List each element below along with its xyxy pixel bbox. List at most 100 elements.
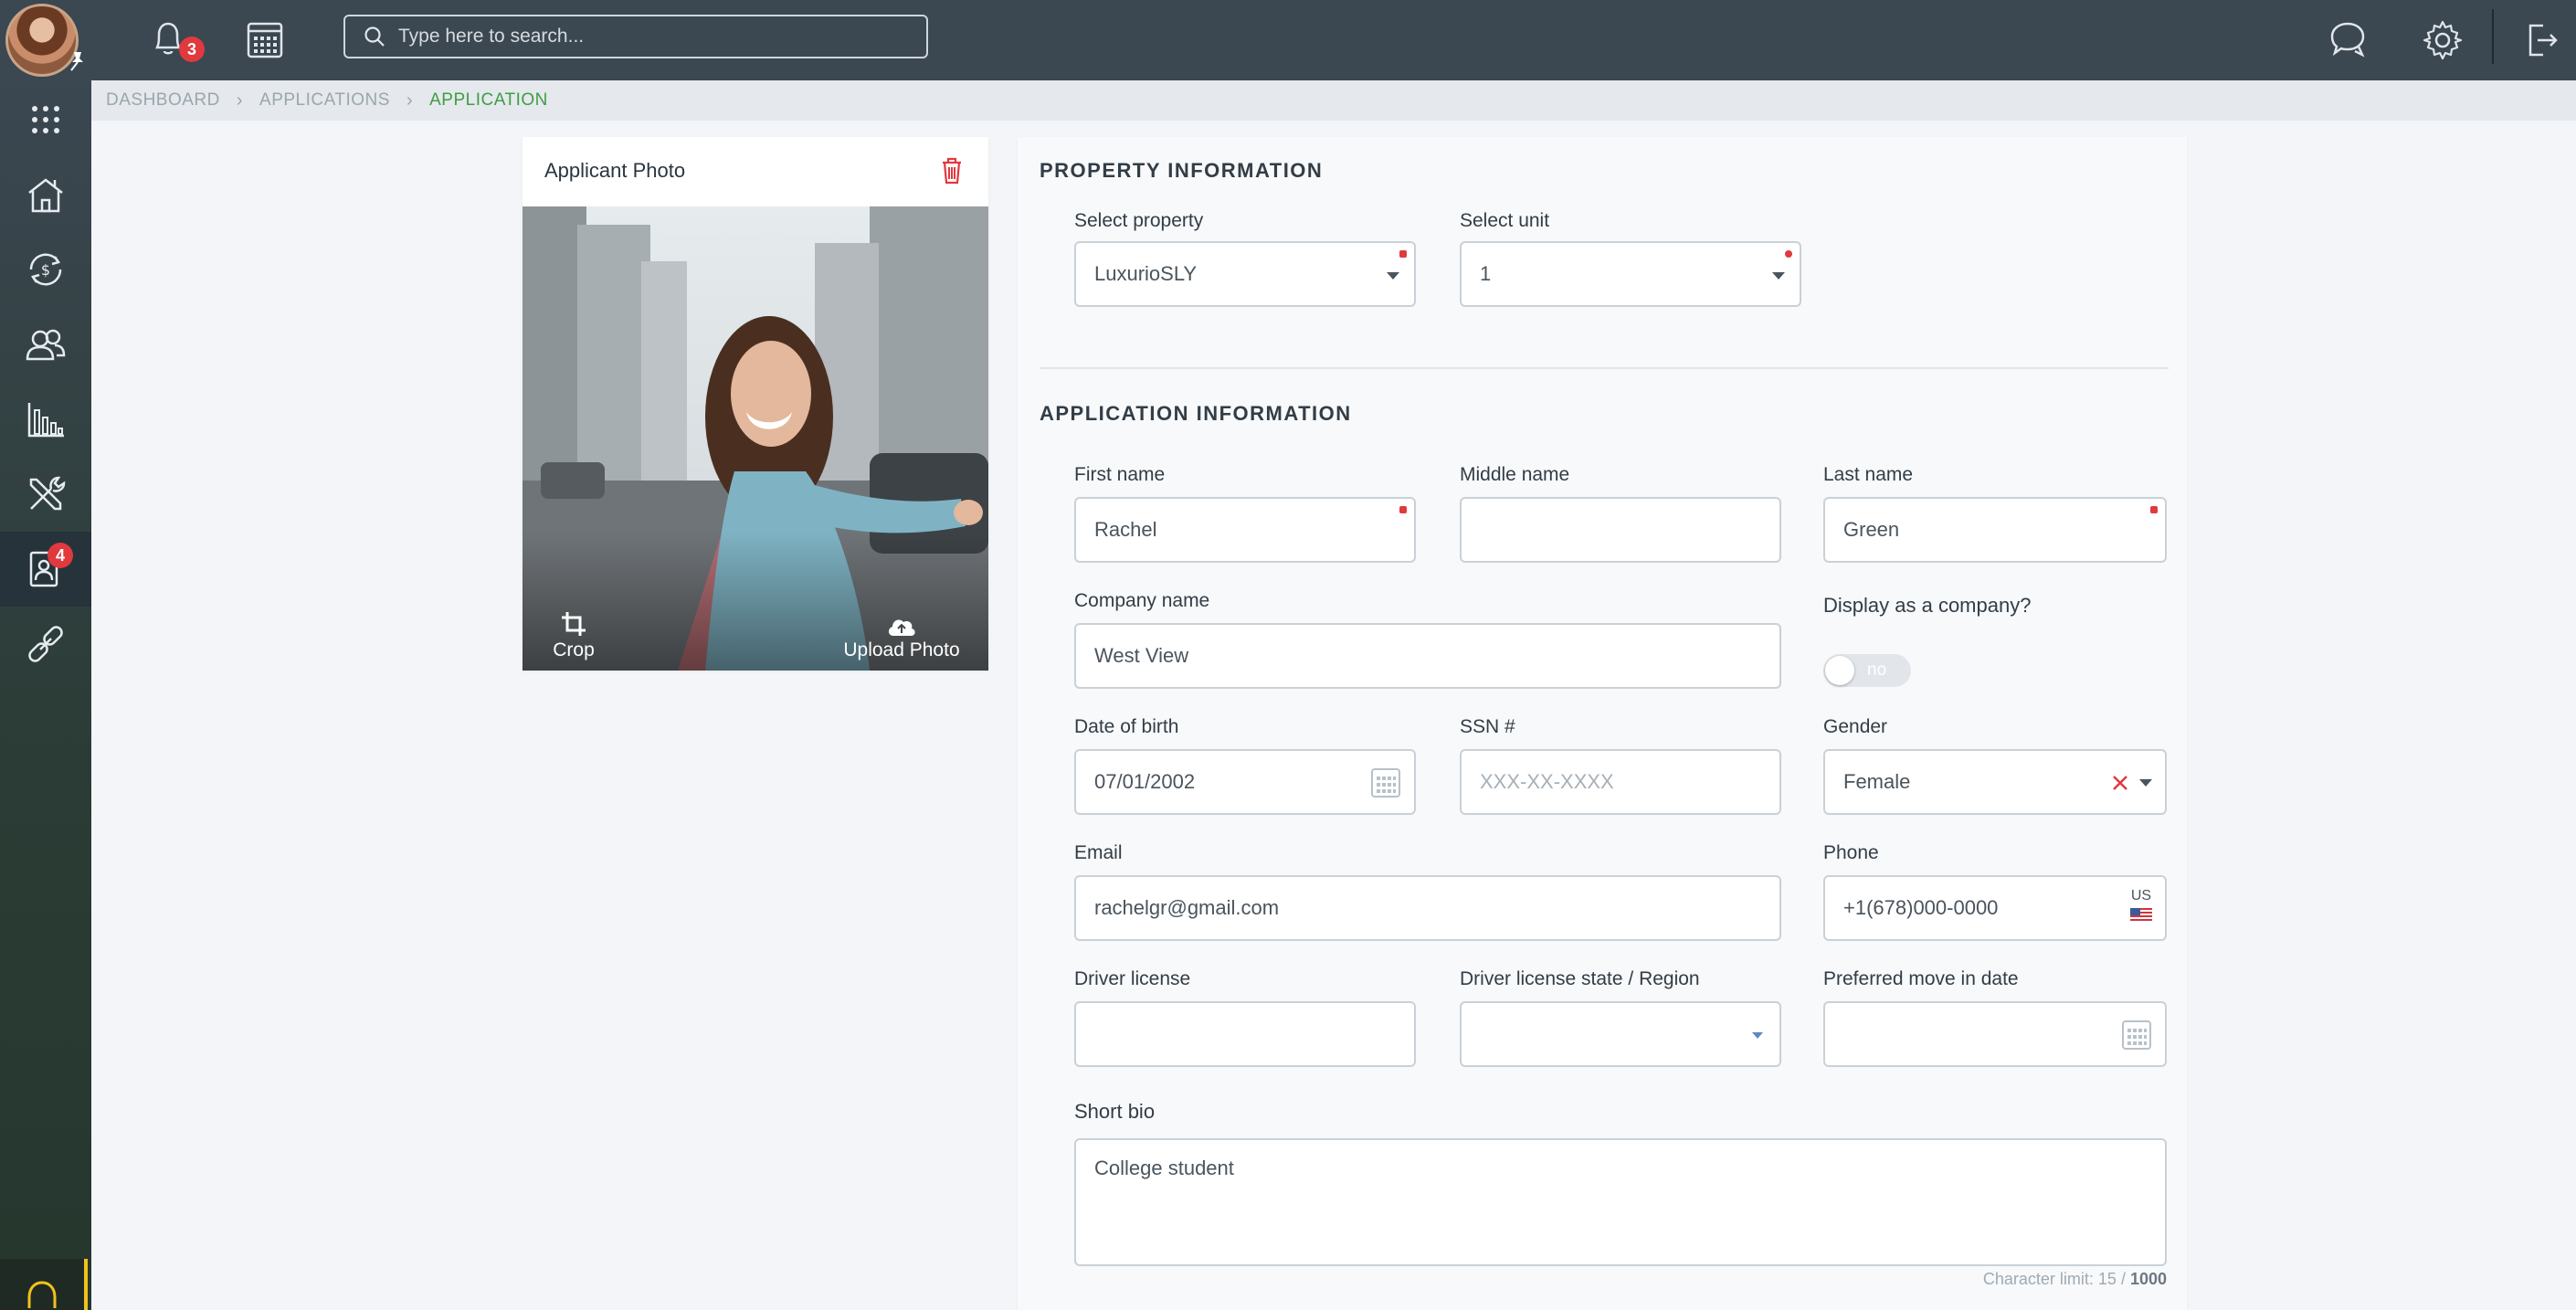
first-name-value: Rachel (1094, 518, 1157, 541)
breadcrumb: DASHBOARD › APPLICATIONS › APPLICATION (91, 80, 2576, 121)
caret-down-icon (1772, 272, 1785, 280)
select-unit-dropdown[interactable]: 1 (1460, 241, 1801, 307)
chevron-right-icon: › (236, 90, 244, 111)
calendar-icon[interactable] (2121, 1019, 2152, 1051)
search-input[interactable] (398, 26, 910, 48)
dob-value: 07/01/2002 (1094, 770, 1196, 793)
dob-field[interactable]: 07/01/2002 (1074, 749, 1416, 815)
dob-label: Date of birth (1074, 716, 1179, 737)
gender-select[interactable]: Female (1823, 749, 2167, 815)
search-box[interactable] (343, 15, 928, 58)
applicant-photo-image (523, 206, 988, 671)
sidebar-item-properties[interactable] (0, 157, 91, 232)
company-name-label: Company name (1074, 590, 1210, 611)
caret-down-icon (2139, 779, 2152, 787)
select-unit-value: 1 (1480, 262, 1492, 285)
middle-name-field[interactable] (1460, 497, 1781, 563)
crop-button[interactable]: Crop (546, 610, 601, 661)
chat-icon (2330, 22, 2365, 58)
applicant-photo-card: Applicant Photo Crop Upload Photo (523, 137, 988, 671)
upload-photo-button[interactable]: Upload Photo (833, 616, 970, 661)
company-name-field[interactable]: West View (1074, 623, 1781, 689)
sidebar-item-apps[interactable] (0, 82, 91, 157)
ssn-placeholder: XXX-XX-XXXX (1480, 770, 1614, 793)
breadcrumb-applications[interactable]: APPLICATIONS (259, 90, 390, 111)
link-icon (28, 626, 63, 662)
character-limit-text: Character limit: 15 / (1982, 1270, 2130, 1288)
phone-value: +1(678)000-0000 (1843, 896, 1999, 919)
sidebar-item-accounting[interactable]: $ (0, 232, 91, 307)
calendar-icon (247, 22, 283, 58)
calendar-button[interactable] (239, 15, 290, 66)
settings-button[interactable] (2417, 15, 2468, 66)
money-cycle-icon: $ (29, 253, 62, 286)
tools-icon (29, 476, 66, 511)
phone-field[interactable]: +1(678)000-0000 US (1823, 875, 2167, 941)
dl-state-label: Driver license state / Region (1460, 968, 1700, 989)
company-name-value: West View (1094, 644, 1189, 667)
section-divider (1040, 367, 2169, 369)
apps-grid-icon (32, 106, 59, 133)
sidebar-item-links[interactable] (0, 607, 91, 681)
dl-state-select[interactable] (1460, 1001, 1781, 1067)
display-company-toggle[interactable]: no (1823, 654, 1911, 687)
notifications-button[interactable]: 3 (143, 15, 205, 66)
applications-badge: 4 (48, 543, 73, 568)
required-marker (1785, 250, 1792, 258)
character-limit-max: 1000 (2129, 1270, 2167, 1288)
select-unit-label: Select unit (1460, 210, 1550, 231)
middle-name-label: Middle name (1460, 464, 1570, 485)
last-name-value: Green (1843, 518, 1900, 541)
caret-down-icon (1752, 1032, 1763, 1039)
gender-value: Female (1843, 770, 1911, 793)
calendar-icon[interactable] (1370, 767, 1401, 798)
users-icon (26, 329, 66, 361)
move-in-date-field[interactable] (1823, 1001, 2167, 1067)
ssn-label: SSN # (1460, 716, 1515, 737)
phone-country-selector[interactable]: US (2130, 888, 2152, 928)
email-label: Email (1074, 842, 1123, 863)
required-marker (1399, 250, 1407, 258)
pin-icon[interactable] (66, 49, 90, 73)
short-bio-textarea[interactable]: College student (1074, 1138, 2167, 1266)
email-value: rachelgr@gmail.com (1094, 896, 1280, 919)
short-bio-label: Short bio (1074, 1100, 1156, 1123)
character-limit: Character limit: 15 / 1000 (1983, 1270, 2167, 1289)
caret-down-icon (1387, 272, 1399, 280)
trash-icon[interactable] (935, 153, 968, 186)
select-property-dropdown[interactable]: LuxurioSLY (1074, 241, 1416, 307)
sidebar: $ 4 (0, 80, 91, 1310)
logout-button[interactable] (2516, 15, 2567, 66)
ssn-field[interactable]: XXX-XX-XXXX (1460, 749, 1781, 815)
email-field[interactable]: rachelgr@gmail.com (1074, 875, 1781, 941)
logout-icon (2528, 24, 2558, 57)
move-in-date-label: Preferred move in date (1823, 968, 2019, 989)
application-info-title: APPLICATION INFORMATION (1040, 402, 1352, 425)
sidebar-item-people[interactable] (0, 307, 91, 382)
chevron-right-icon: › (406, 90, 414, 111)
last-name-label: Last name (1823, 464, 1914, 485)
top-bar: 3 (0, 0, 2576, 80)
reports-chart-icon (27, 403, 64, 438)
breadcrumb-dashboard[interactable]: DASHBOARD (106, 90, 220, 111)
chat-button[interactable] (2322, 15, 2373, 66)
crop-label: Crop (553, 639, 595, 660)
last-name-field[interactable]: Green (1823, 497, 2167, 563)
required-marker (1399, 506, 1407, 513)
topbar-divider (2492, 9, 2494, 64)
phone-country-code: US (2130, 888, 2152, 903)
application-form-panel: PROPERTY INFORMATION Select property Lux… (1018, 137, 2187, 1310)
toggle-text: no (1867, 660, 1887, 680)
sidebar-item-applications[interactable]: 4 (0, 532, 91, 607)
first-name-field[interactable]: Rachel (1074, 497, 1416, 563)
property-info-title: PROPERTY INFORMATION (1040, 159, 1324, 182)
crop-icon (562, 612, 586, 636)
toggle-knob (1825, 656, 1854, 685)
clear-icon[interactable] (2112, 775, 2128, 791)
driver-license-field[interactable] (1074, 1001, 1416, 1067)
sidebar-item-maintenance[interactable] (0, 457, 91, 532)
support-button[interactable] (0, 1259, 88, 1310)
applicant-photo: Crop Upload Photo (523, 206, 988, 671)
upload-photo-label: Upload Photo (843, 639, 960, 660)
sidebar-item-reports[interactable] (0, 382, 91, 457)
